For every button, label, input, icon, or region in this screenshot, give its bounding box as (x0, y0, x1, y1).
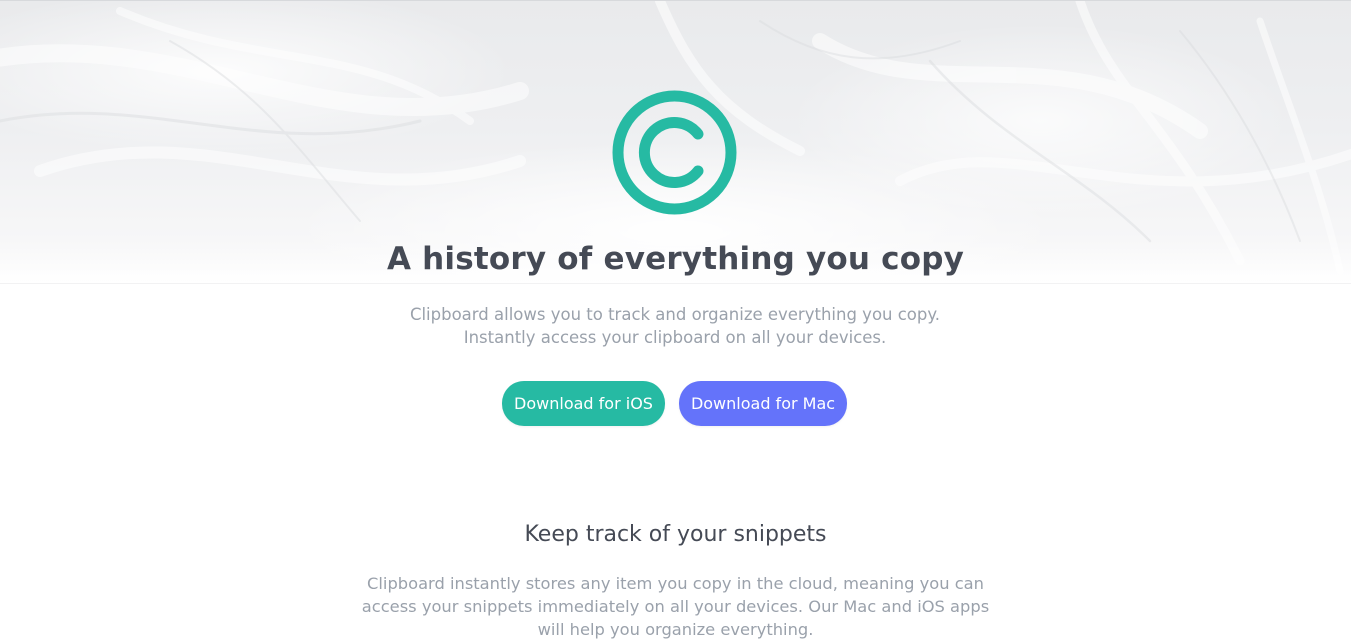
hero-title: A history of everything you copy (386, 241, 965, 277)
copyright-icon (612, 90, 737, 215)
section-body-line: will help you organize everything. (537, 620, 814, 639)
landing-page: A history of everything you copy Clipboa… (0, 0, 1351, 644)
hero-subtitle-line: Instantly access your clipboard on all y… (463, 328, 887, 347)
section-title: Keep track of your snippets (524, 522, 827, 547)
download-ios-button[interactable]: Download for iOS (502, 381, 665, 426)
hero-subtitle: Clipboard allows you to track and organi… (375, 303, 975, 349)
hero-subtitle-line: Clipboard allows you to track and organi… (409, 305, 941, 324)
section-body-line: Clipboard instantly stores any item you … (367, 574, 984, 593)
section-body: Clipboard instantly stores any item you … (350, 572, 1001, 641)
section-body-line: access your snippets immediately on all … (361, 597, 990, 616)
download-mac-button[interactable]: Download for Mac (679, 381, 847, 426)
